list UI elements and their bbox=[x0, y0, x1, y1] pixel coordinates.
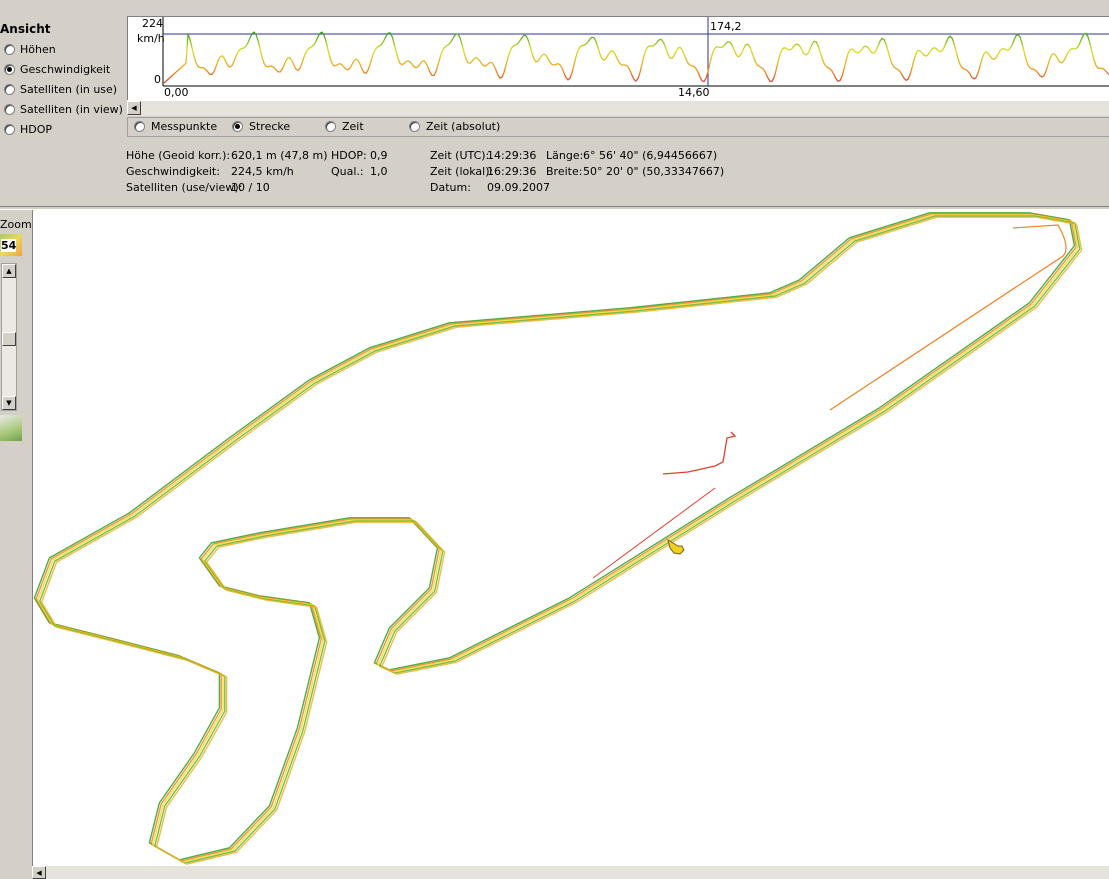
y-unit-label: km/h bbox=[137, 32, 165, 45]
laenge-label: Länge: bbox=[546, 149, 584, 162]
qual-label: Qual.: bbox=[331, 165, 364, 178]
zoom-up-arrow-icon[interactable]: ▲ bbox=[2, 264, 16, 278]
breite-label: Breite: bbox=[546, 165, 583, 178]
radio-label: Satelliten (in use) bbox=[20, 82, 118, 96]
datum-label: Datum: bbox=[430, 181, 471, 194]
zoom-slider-thumb[interactable] bbox=[2, 332, 16, 346]
xaxis-mode-group: Messpunkte Strecke Zeit Zeit (absolut) bbox=[127, 117, 1109, 137]
hand-pointer-icon[interactable] bbox=[667, 538, 685, 555]
cursor-x-label: 14,60 bbox=[678, 86, 710, 99]
radio-label: Satelliten (in view) bbox=[20, 102, 123, 116]
pit-lane-track bbox=[662, 431, 737, 475]
hoehe-label: Höhe (Geoid korr.): bbox=[126, 149, 231, 162]
zeit-lokal-value: 16:29:36 bbox=[487, 165, 537, 178]
zoom-level-value: 54 bbox=[1, 239, 17, 252]
zoom-label: Zoom bbox=[0, 218, 32, 231]
zoom-level-badge: 54 bbox=[0, 234, 22, 256]
satelliten-value: 10 / 10 bbox=[231, 181, 270, 194]
hdop-label: HDOP: bbox=[331, 149, 367, 162]
radio-label: Zeit bbox=[342, 120, 364, 133]
chart-horizontal-scrollbar[interactable]: ◀ bbox=[127, 100, 1109, 116]
radio-geschwindigkeit[interactable]: Geschwindigkeit bbox=[4, 61, 110, 77]
radio-strecke[interactable]: Strecke bbox=[232, 120, 290, 133]
radio-indicator[interactable] bbox=[4, 103, 15, 115]
radio-hdop[interactable]: HDOP bbox=[4, 121, 52, 137]
zeit-utc-label: Zeit (UTC): bbox=[430, 149, 490, 162]
y-min-label: 0 bbox=[154, 73, 161, 86]
gps-track bbox=[33, 212, 1083, 865]
geschwindigkeit-label: Geschwindigkeit: bbox=[126, 165, 220, 178]
map-thumbnail-icon[interactable] bbox=[0, 415, 22, 441]
zoom-panel: Zoom 54 ▲ ▼ bbox=[0, 212, 32, 448]
radio-indicator[interactable] bbox=[4, 43, 15, 55]
geschwindigkeit-value: 224,5 km/h bbox=[231, 165, 294, 178]
map-scroll-left-arrow-icon[interactable]: ◀ bbox=[32, 866, 46, 879]
radio-indicator[interactable] bbox=[409, 121, 420, 132]
speed-chart-svg bbox=[162, 17, 1109, 87]
hoehe-value: 620,1 m (47,8 m) bbox=[231, 149, 328, 162]
radio-label: Geschwindigkeit bbox=[20, 62, 111, 76]
speed-series-line bbox=[163, 31, 1109, 84]
radio-indicator[interactable] bbox=[232, 121, 243, 132]
ansicht-title: Ansicht bbox=[0, 22, 51, 36]
track-segment-start bbox=[829, 224, 1067, 411]
datum-value: 09.09.2007 bbox=[487, 181, 550, 194]
radio-label: Strecke bbox=[249, 120, 291, 133]
satelliten-label: Satelliten (use/view): bbox=[126, 181, 243, 194]
scroll-left-arrow-icon[interactable]: ◀ bbox=[127, 101, 141, 115]
x-start-label: 0,00 bbox=[164, 86, 189, 99]
pit-lane-exit bbox=[592, 487, 716, 579]
radio-indicator[interactable] bbox=[134, 121, 145, 132]
radio-indicator[interactable] bbox=[4, 63, 15, 75]
radio-satelliten-in-use[interactable]: Satelliten (in use) bbox=[4, 81, 117, 97]
radio-hoehen[interactable]: Höhen bbox=[4, 41, 56, 57]
speed-chart[interactable]: 224 km/h 0 0,00 14,60 174,2 bbox=[127, 16, 1109, 101]
radio-label: Messpunkte bbox=[151, 120, 218, 133]
track-map-svg bbox=[33, 212, 1083, 865]
zeit-utc-value: 14:29:36 bbox=[487, 149, 537, 162]
laenge-value: 6° 56' 40" (6,94456667) bbox=[583, 149, 718, 162]
radio-indicator[interactable] bbox=[325, 121, 336, 132]
y-max-label: 224 bbox=[142, 17, 163, 30]
radio-indicator[interactable] bbox=[4, 123, 15, 135]
hdop-value: 0,9 bbox=[370, 149, 388, 162]
radio-zeit-absolut[interactable]: Zeit (absolut) bbox=[409, 120, 500, 133]
radio-label: HDOP bbox=[20, 122, 53, 136]
zeit-lokal-label: Zeit (lokal): bbox=[430, 165, 494, 178]
radio-zeit[interactable]: Zeit bbox=[325, 120, 364, 133]
radio-messpunkte[interactable]: Messpunkte bbox=[134, 120, 217, 133]
radio-label: Höhen bbox=[20, 42, 56, 56]
qual-value: 1,0 bbox=[370, 165, 388, 178]
radio-indicator[interactable] bbox=[4, 83, 15, 95]
zoom-slider[interactable]: ▲ ▼ bbox=[1, 263, 17, 411]
map-view[interactable] bbox=[32, 210, 1109, 866]
breite-value: 50° 20' 0" (50,33347667) bbox=[583, 165, 725, 178]
cursor-value-label: 174,2 bbox=[710, 20, 742, 33]
zoom-down-arrow-icon[interactable]: ▼ bbox=[2, 396, 16, 410]
map-horizontal-scrollbar[interactable]: ◀ bbox=[32, 866, 1109, 879]
radio-label: Zeit (absolut) bbox=[426, 120, 501, 133]
radio-satelliten-in-view[interactable]: Satelliten (in view) bbox=[4, 101, 123, 117]
